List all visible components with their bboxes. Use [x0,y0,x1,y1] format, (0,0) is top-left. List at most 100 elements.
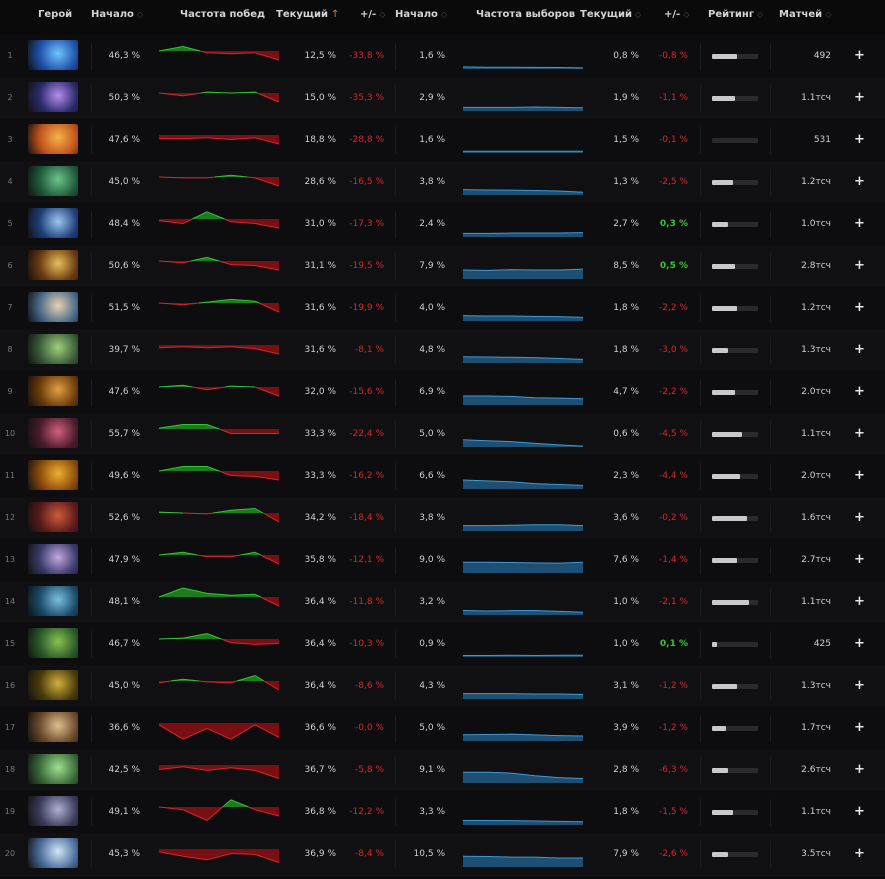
col-wr-start[interactable]: Начало ◇ [91,0,143,29]
hero-portrait[interactable] [28,670,78,700]
col-pr-start[interactable]: Начало ◇ [395,0,447,29]
hero-portrait[interactable] [28,124,78,154]
pickrate-diff: -0,2 % [659,513,688,523]
hero-portrait[interactable] [28,628,78,658]
col-pr-diff[interactable]: +/- ◇ [664,0,689,29]
hero-portrait[interactable] [28,838,78,868]
winrate-diff: -12,2 % [349,807,384,817]
col-pr-current[interactable]: Текущий ◇ [580,0,641,29]
table-row[interactable]: 18 42,5 % 36,7 % -5,8 % 9,1 % 2,8 % -6,3 % 2.6т… [0,749,885,792]
add-hero-icon[interactable]: + [854,679,865,692]
pickrate-start: 6,9 % [419,387,445,397]
col-matches[interactable]: Матчей ◇ [779,0,831,29]
sort-icon: ◇ [379,10,386,19]
add-hero-icon[interactable]: + [854,385,865,398]
hero-portrait[interactable] [28,40,78,70]
row-index: 4 [7,177,13,186]
table-row[interactable]: 7 51,5 % 31,6 % -19,9 % 4,0 % 1,8 % -2,2 % 1.2т… [0,287,885,330]
col-rating[interactable]: Рейтинг ◇ [708,0,763,29]
table-row[interactable]: 4 45,0 % 28,6 % -16,5 % 3,8 % 1,3 % -2,5 % 1.2т… [0,161,885,204]
add-hero-icon[interactable]: + [854,259,865,272]
table-row[interactable]: 10 55,7 % 33,3 % -22,4 % 5,0 % 0,6 % -4,5 % 1.1… [0,413,885,456]
pickrate-start: 4,3 % [419,681,445,691]
matches-count: 2.0тсч [801,471,831,481]
add-hero-icon[interactable]: + [854,343,865,356]
add-hero-icon[interactable]: + [854,175,865,188]
add-hero-icon[interactable]: + [854,553,865,566]
add-hero-icon[interactable]: + [854,91,865,104]
add-hero-icon[interactable]: + [854,217,865,230]
table-row[interactable]: 11 49,6 % 33,3 % -16,2 % 6,6 % 2,3 % -4,4 % 2.0… [0,455,885,498]
add-hero-icon[interactable]: + [854,595,865,608]
hero-portrait[interactable] [28,544,78,574]
table-row[interactable]: 15 46,7 % 36,4 % -10,3 % 0,9 % 1,0 % 0,1 % 425 + [0,623,885,666]
hero-portrait[interactable] [28,796,78,826]
add-hero-icon[interactable]: + [854,763,865,776]
add-hero-icon[interactable]: + [854,301,865,314]
divider [700,631,701,658]
pickrate-diff: -4,5 % [659,429,688,439]
divider [700,715,701,742]
add-hero-icon[interactable]: + [854,637,865,650]
hero-portrait[interactable] [28,250,78,280]
hero-portrait[interactable] [28,712,78,742]
table-row[interactable]: 19 49,1 % 36,8 % -12,2 % 3,3 % 1,8 % -1,5 % 1.1… [0,791,885,834]
hero-portrait[interactable] [28,82,78,112]
hero-portrait[interactable] [28,418,78,448]
add-hero-icon[interactable]: + [854,805,865,818]
pickrate-sparkline [463,654,583,657]
add-hero-icon[interactable]: + [854,721,865,734]
divider [700,127,701,154]
hero-portrait[interactable] [28,754,78,784]
pickrate-sparkline [463,693,584,699]
hero-portrait[interactable] [28,334,78,364]
add-hero-icon[interactable]: + [854,133,865,146]
table-row[interactable]: 13 47,9 % 35,8 % -12,1 % 9,0 % 7,6 % -1,4 % 2.7… [0,539,885,582]
add-hero-icon[interactable]: + [854,511,865,524]
add-hero-icon[interactable]: + [854,847,865,860]
hero-portrait[interactable] [28,460,78,490]
col-wr-diff[interactable]: +/- ◇ [360,0,385,29]
table-row[interactable]: 5 48,4 % 31,0 % -17,3 % 2,4 % 2,7 % 0,3 % 1.0тс… [0,203,885,246]
table-row[interactable]: 9 47,6 % 32,0 % -15,6 % 6,9 % 4,7 % -2,2 % 2.0т… [0,371,885,414]
hero-portrait[interactable] [28,292,78,322]
table-row[interactable]: 1 46,3 % 12,5 % -33,8 % 1,6 % 0,8 % -0,8 % 492 + [0,35,885,78]
divider [700,505,701,532]
table-row[interactable]: 16 45,0 % 36,4 % -8,6 % 4,3 % 3,1 % -1,2 % 1.3т… [0,665,885,708]
table-row[interactable]: 14 48,1 % 36,4 % -11,8 % 3,2 % 1,0 % -2,1 % 1.1… [0,581,885,624]
hero-portrait[interactable] [28,208,78,238]
table-row[interactable]: 8 39,7 % 31,6 % -8,1 % 4,8 % 1,8 % -3,0 % 1.3тс… [0,329,885,372]
col-hero[interactable]: Герой [38,0,72,29]
winrate-loss-area [255,261,279,270]
hero-portrait[interactable] [28,166,78,196]
winrate-diff: -22,4 % [349,429,384,439]
add-hero-icon[interactable]: + [854,49,865,62]
table-row[interactable]: 6 50,6 % 31,1 % -19,5 % 7,9 % 8,5 % 0,5 % 2.8тс… [0,245,885,288]
hero-portrait[interactable] [28,502,78,532]
row-index: 14 [4,597,16,606]
winrate-current: 18,8 % [304,135,336,145]
pickrate-current: 8,5 % [613,261,639,271]
add-hero-icon[interactable]: + [854,469,865,482]
col-wr-current[interactable]: Текущий ↑ [276,0,339,29]
table-row[interactable]: 20 45,3 % 36,9 % -8,4 % 10,5 % 7,9 % -2,6 % 3.5… [0,833,885,876]
add-hero-icon[interactable]: + [854,427,865,440]
table-row[interactable]: 3 47,6 % 18,8 % -28,8 % 1,6 % 1,5 % -0,1 % 531 + [0,119,885,162]
winrate-sparkline [158,723,280,740]
table-row[interactable]: 12 52,6 % 34,2 % -18,4 % 3,8 % 3,6 % -0,2 % 1.6… [0,497,885,540]
table-row[interactable]: 2 50,3 % 15,0 % -35,3 % 2,9 % 1,9 % -1,1 % 1.1т… [0,77,885,120]
hero-portrait[interactable] [28,376,78,406]
winrate-diff: -12,1 % [349,555,384,565]
col-pr-chart: Частота выборов [476,9,576,20]
pickrate-diff: 0,1 % [659,639,688,649]
hero-portrait[interactable] [28,586,78,616]
pickrate-start: 3,8 % [419,513,445,523]
winrate-sparkline [158,675,280,691]
divider [700,757,701,784]
winrate-start: 49,6 % [108,471,140,481]
row-index: 7 [7,303,13,312]
winrate-diff: -15,6 % [349,387,384,397]
table-row[interactable]: 17 36,6 % 36,6 % -0,0 % 5,0 % 3,9 % -1,2 % 1.7т… [0,707,885,750]
rating-fill [712,432,742,437]
pickrate-diff: -2,2 % [659,387,688,397]
